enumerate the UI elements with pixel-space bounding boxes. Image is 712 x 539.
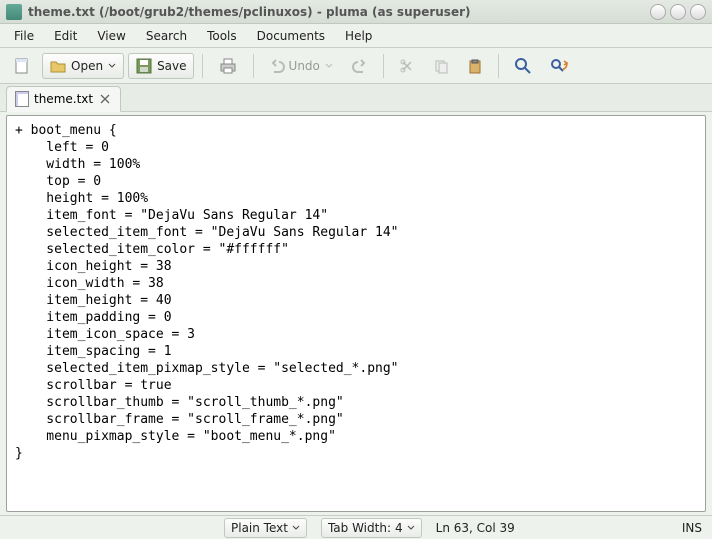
- open-dropdown-arrow[interactable]: [107, 61, 117, 71]
- tab-theme-txt[interactable]: theme.txt: [6, 86, 121, 112]
- copy-button[interactable]: [426, 54, 456, 78]
- find-button[interactable]: [507, 53, 539, 79]
- minimize-button[interactable]: [650, 4, 666, 20]
- tab-width-label: Tab Width:: [328, 521, 391, 535]
- text-editor[interactable]: + boot_menu { left = 0 width = 100% top …: [6, 115, 706, 512]
- copy-icon: [433, 58, 449, 74]
- find-replace-icon: [550, 57, 570, 75]
- menubar: File Edit View Search Tools Documents He…: [0, 24, 712, 48]
- statusbar: Plain Text Tab Width: 4 Ln 63, Col 39 IN…: [0, 515, 712, 539]
- cut-button[interactable]: [392, 54, 422, 78]
- redo-button[interactable]: [345, 54, 375, 78]
- tab-width-value: 4: [395, 521, 403, 535]
- document-icon: [15, 91, 29, 107]
- new-file-button[interactable]: [6, 53, 38, 79]
- menu-view[interactable]: View: [87, 26, 135, 46]
- close-icon: [100, 94, 110, 104]
- menu-file[interactable]: File: [4, 26, 44, 46]
- print-button[interactable]: [211, 52, 245, 80]
- undo-button[interactable]: Undo: [262, 54, 341, 78]
- open-label: Open: [71, 59, 103, 73]
- undo-icon: [269, 58, 285, 74]
- new-file-icon: [13, 57, 31, 75]
- clipboard-icon: [467, 58, 483, 74]
- chevron-down-icon: [325, 62, 333, 70]
- open-button[interactable]: Open: [42, 53, 124, 79]
- tab-width-selector[interactable]: Tab Width: 4: [321, 518, 422, 538]
- menu-documents[interactable]: Documents: [247, 26, 335, 46]
- window-titlebar: theme.txt (/boot/grub2/themes/pclinuxos)…: [0, 0, 712, 24]
- paste-button[interactable]: [460, 54, 490, 78]
- editor-area-wrap: + boot_menu { left = 0 width = 100% top …: [0, 112, 712, 515]
- language-selector[interactable]: Plain Text: [224, 518, 307, 538]
- undo-dropdown-arrow[interactable]: [324, 61, 334, 71]
- printer-icon: [218, 56, 238, 76]
- undo-label: Undo: [289, 59, 320, 73]
- language-label: Plain Text: [231, 521, 288, 535]
- close-window-button[interactable]: [690, 4, 706, 20]
- maximize-button[interactable]: [670, 4, 686, 20]
- menu-help[interactable]: Help: [335, 26, 382, 46]
- cursor-position: Ln 63, Col 39: [436, 521, 515, 535]
- toolbar: Open Save Undo: [0, 48, 712, 84]
- window-title: theme.txt (/boot/grub2/themes/pclinuxos)…: [28, 5, 646, 19]
- insert-mode[interactable]: INS: [682, 521, 702, 535]
- chevron-down-icon: [292, 524, 300, 532]
- search-icon: [514, 57, 532, 75]
- find-replace-button[interactable]: [543, 53, 577, 79]
- toolbar-separator: [202, 54, 203, 78]
- save-icon: [135, 57, 153, 75]
- toolbar-separator: [253, 54, 254, 78]
- save-label: Save: [157, 59, 186, 73]
- chevron-down-icon: [108, 62, 116, 70]
- menu-edit[interactable]: Edit: [44, 26, 87, 46]
- app-icon: [6, 4, 22, 20]
- scissors-icon: [399, 58, 415, 74]
- toolbar-separator: [383, 54, 384, 78]
- toolbar-separator: [498, 54, 499, 78]
- save-button[interactable]: Save: [128, 53, 193, 79]
- menu-search[interactable]: Search: [136, 26, 197, 46]
- menu-tools[interactable]: Tools: [197, 26, 247, 46]
- folder-open-icon: [49, 57, 67, 75]
- redo-icon: [352, 58, 368, 74]
- document-tabbar: theme.txt: [0, 84, 712, 112]
- tab-close-button[interactable]: [98, 92, 112, 106]
- chevron-down-icon: [407, 524, 415, 532]
- tab-label: theme.txt: [34, 92, 93, 106]
